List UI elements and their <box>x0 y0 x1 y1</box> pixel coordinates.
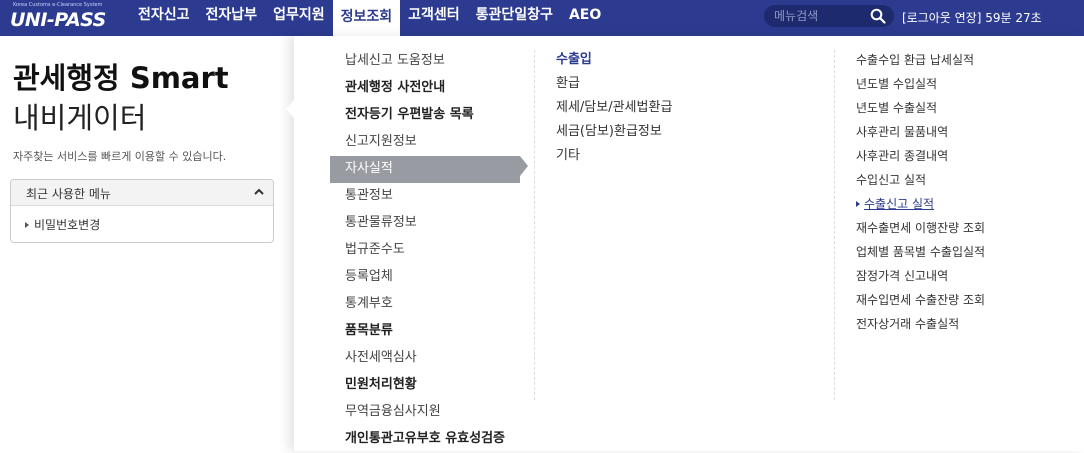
menu-category-item[interactable]: 개인통관고유부호 유효성검증 <box>330 426 530 453</box>
menu-link-item[interactable]: 재수입면세 수출잔량 조회 <box>856 288 1076 312</box>
bullet-icon <box>25 222 29 228</box>
nav-tab-3[interactable]: 정보조회 <box>332 0 401 36</box>
menu-search-input[interactable] <box>774 8 864 24</box>
column-divider <box>534 50 535 400</box>
menu-category-item[interactable]: 자사실적 <box>330 156 528 183</box>
menu-category-item[interactable]: 관세행정 사전안내 <box>330 75 530 102</box>
logo-text: UNI-PASS <box>10 9 106 31</box>
menu-link-item[interactable]: 재수출면세 이행잔량 조회 <box>856 216 1076 240</box>
menu-subcategory-item[interactable]: 세금(담보)환급정보 <box>556 120 796 144</box>
uni-pass-logo[interactable]: Korea Customs e-Clearance System UNI-PAS… <box>6 2 130 34</box>
nav-tab-0[interactable]: 전자신고 <box>130 0 198 36</box>
page-title: 관세행정 Smart <box>13 61 229 95</box>
nav-tab-2[interactable]: 업무지원 <box>265 0 333 36</box>
column-divider <box>834 50 835 400</box>
menu-category-item[interactable]: 통계부호 <box>330 291 530 318</box>
menu-category-item[interactable]: 전자등기 우편발송 목록 <box>330 102 530 129</box>
logo-subtitle: Korea Customs e-Clearance System <box>13 2 103 8</box>
menu-category-item[interactable]: 신고지원정보 <box>330 129 530 156</box>
menu-category-item[interactable]: 통관정보 <box>330 183 530 210</box>
nav-tab-1[interactable]: 전자납부 <box>198 0 266 36</box>
recent-menu-header[interactable]: 최근 사용한 메뉴 <box>11 180 273 206</box>
menu-category-item[interactable]: 등록업체 <box>330 264 530 291</box>
menu-category-item[interactable]: 품목분류 <box>330 318 530 345</box>
nav-tab-6[interactable]: AEO <box>561 0 609 36</box>
menu-category-item[interactable]: 법규준수도 <box>330 237 530 264</box>
main-nav: 전자신고 전자납부 업무지원 정보조회 고객센터 통관단일창구 AEO <box>130 0 609 36</box>
chevron-up-icon[interactable] <box>253 186 265 198</box>
menu-column-subcategory: 수출입 환급 제세/담보/관세법환급 세금(담보)환급정보 기타 <box>556 48 796 168</box>
nav-tab-4[interactable]: 고객센터 <box>400 0 468 36</box>
mega-menu-panel: 납세신고 도움정보 관세행정 사전안내 전자등기 우편발송 목록 신고지원정보 자사실적… <box>286 36 1084 453</box>
menu-subcategory-item[interactable]: 제세/담보/관세법환급 <box>556 96 796 120</box>
menu-column-items: 수출수입 환급 납세실적 년도별 수입실적 년도별 수출실적 사후관리 물품내역 사후관… <box>856 48 1076 336</box>
nav-tab-5[interactable]: 통관단일창구 <box>468 0 561 36</box>
menu-link-item[interactable]: 수출수입 환급 납세실적 <box>856 48 1076 72</box>
menu-link-item[interactable]: 년도별 수출실적 <box>856 96 1076 120</box>
menu-category-item[interactable]: 사전세액심사 <box>330 345 530 372</box>
menu-search <box>764 5 894 27</box>
recent-menu-title: 최근 사용한 메뉴 <box>26 187 111 201</box>
menu-category-item[interactable]: 민원처리현황 <box>330 372 530 399</box>
menu-category-item[interactable]: 납세신고 도움정보 <box>330 48 530 75</box>
recent-menu-box: 최근 사용한 메뉴 비밀번호변경 <box>10 179 274 243</box>
menu-link-item[interactable]: 잠정가격 신고내역 <box>856 264 1076 288</box>
menu-link-item[interactable]: 업체별 품목별 수출입실적 <box>856 240 1076 264</box>
recent-menu-item-label: 비밀번호변경 <box>34 218 101 232</box>
menu-link-item[interactable]: 수출신고 실적 <box>856 192 1076 216</box>
logout-extend-button[interactable]: [로그아웃 연장] 59분 27초 <box>902 9 1042 26</box>
menu-link-item[interactable]: 전자상거래 수출실적 <box>856 312 1076 336</box>
menu-category-item[interactable]: 통관물류정보 <box>330 210 530 237</box>
menu-category-item[interactable]: 무역금융심사지원 <box>330 399 530 426</box>
navigator-sidebar: 관세행정 Smart 내비게이터 자주찾는 서비스를 빠르게 이용할 수 있습니… <box>0 36 294 451</box>
page-description: 자주찾는 서비스를 빠르게 이용할 수 있습니다. <box>13 150 227 163</box>
panel-notch <box>286 100 294 118</box>
menu-link-item[interactable]: 년도별 수입실적 <box>856 72 1076 96</box>
recent-menu-item[interactable]: 비밀번호변경 <box>25 216 100 233</box>
menu-subcategory-item[interactable]: 수출입 <box>556 48 796 72</box>
menu-link-item[interactable]: 사후관리 물품내역 <box>856 120 1076 144</box>
page-title-line2: 내비게이터 <box>13 101 147 135</box>
menu-column-category: 납세신고 도움정보 관세행정 사전안내 전자등기 우편발송 목록 신고지원정보 자사실적… <box>330 48 530 453</box>
search-icon[interactable] <box>870 8 886 24</box>
menu-link-item[interactable]: 사후관리 종결내역 <box>856 144 1076 168</box>
menu-link-item[interactable]: 수입신고 실적 <box>856 168 1076 192</box>
menu-subcategory-item[interactable]: 기타 <box>556 144 796 168</box>
top-navigation-bar: Korea Customs e-Clearance System UNI-PAS… <box>0 0 1084 36</box>
menu-subcategory-item[interactable]: 환급 <box>556 72 796 96</box>
